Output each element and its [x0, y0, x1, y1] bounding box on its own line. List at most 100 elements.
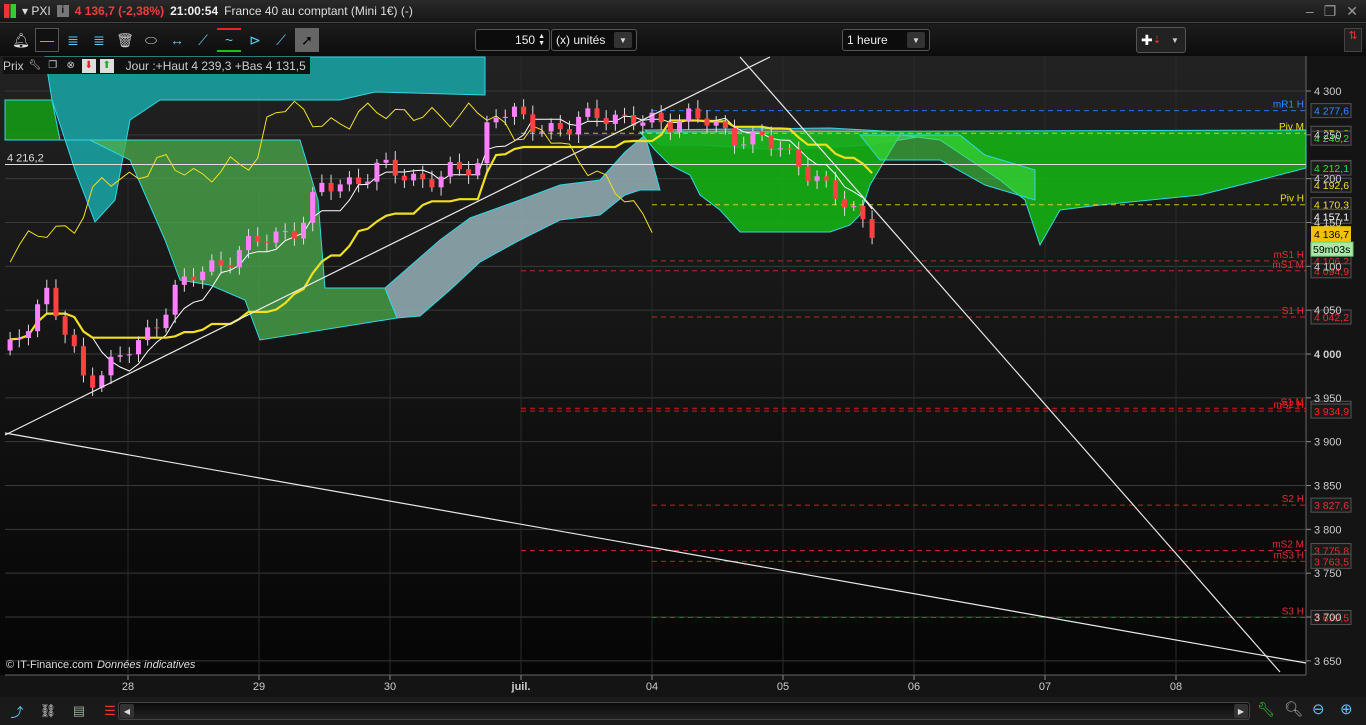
candle-body [346, 177, 352, 185]
credit: © IT-Finance.com Données indicatives [6, 659, 195, 671]
candle-body [411, 173, 417, 181]
ellipse-icon[interactable]: ⬭ [139, 28, 163, 52]
download-red-icon[interactable]: ⬇ [81, 58, 96, 73]
close-circle-icon[interactable]: ⊗ [64, 59, 78, 73]
y-tick-label: 4 100 [1314, 261, 1342, 273]
y-tick-label: 3 850 [1314, 481, 1342, 493]
candle-body [466, 169, 472, 176]
candle-body [484, 122, 490, 164]
ichimoku-cloud [4, 99, 61, 141]
order-list-icon[interactable]: ▤ [68, 701, 90, 721]
candle-body [218, 260, 224, 266]
pivot-level-name: S1 H [1282, 306, 1304, 317]
y-tick-label: 3 950 [1314, 393, 1342, 405]
pivot-level-name: mS2 M [1272, 540, 1304, 551]
candle-body [869, 219, 875, 238]
x-tick-label: 07 [1039, 681, 1051, 693]
candle-body [475, 163, 481, 176]
candle-body [621, 114, 627, 116]
candle-body [328, 182, 334, 192]
candle-body [53, 287, 59, 317]
zoom-out-icon[interactable]: ⊖ [1312, 700, 1325, 718]
scroll-right-icon[interactable]: ▶ [1234, 704, 1248, 718]
credit-text: © IT-Finance.com [6, 659, 93, 671]
candle-body [576, 116, 582, 135]
windows-icon[interactable]: ❐ [46, 59, 60, 73]
chart-settings-icon[interactable]: 🔧︎ [1257, 701, 1275, 718]
scroll-left-icon[interactable]: ◀ [120, 704, 134, 718]
candle-body [612, 114, 618, 124]
candle-body [521, 106, 527, 115]
y-tick-label: 4 300 [1314, 86, 1342, 98]
fibonacci-icon[interactable]: ≣ [61, 28, 85, 52]
price-badge-label: 3 934,9 [1314, 406, 1349, 418]
horizontal-scrollbar[interactable]: ◀ ▶ [118, 702, 1250, 720]
wrench-icon[interactable]: 🔧︎ [28, 59, 42, 73]
candle-body [796, 149, 802, 167]
triangle-icon[interactable]: ⊳ [243, 28, 267, 52]
candle-body [163, 314, 169, 329]
side-panel-toggle-icon[interactable]: ⇅ [1344, 28, 1362, 52]
auto-zoom-icon[interactable]: 🔍︎ [1284, 700, 1303, 718]
export-chart-icon[interactable]: ⤴ [6, 701, 28, 721]
ray-icon[interactable]: ⟋ [269, 28, 293, 52]
symbol-dropdown[interactable]: ▾ PXI [22, 4, 51, 18]
units-stepper[interactable]: 150 ▲ ▼ [475, 29, 550, 51]
candle-body [603, 118, 609, 124]
timeframe-label: 1 heure [847, 33, 888, 47]
candle-body [191, 276, 196, 281]
trendline-icon[interactable]: ⟋ [191, 28, 215, 52]
candle-body [310, 192, 316, 223]
candle-body [135, 340, 141, 355]
restore-icon[interactable]: ❐ [1324, 3, 1337, 20]
x-tick-label: 30 [384, 681, 396, 693]
close-icon[interactable]: ✕ [1346, 3, 1358, 20]
x-tick-label: 06 [908, 681, 920, 693]
horizontal-line-icon[interactable]: — [35, 28, 59, 52]
zoom-in-icon[interactable]: ⊕ [1340, 700, 1353, 718]
x-tick-label: 08 [1170, 681, 1182, 693]
pivot-level-name: mS1 M [1272, 260, 1304, 271]
upload-green-icon[interactable]: ⬆ [99, 58, 114, 73]
units-label: (x) unités [556, 33, 606, 47]
countdown-label: 59m03s [1313, 244, 1350, 256]
chart-label: Prix [3, 58, 24, 73]
candle-body [80, 346, 86, 376]
fibonacci-fan-icon[interactable]: ≣ [87, 28, 111, 52]
candle-body [530, 114, 536, 132]
price-badge-label: 4 277,6 [1314, 106, 1349, 118]
pointer-icon[interactable]: ➚ [295, 28, 319, 52]
timeframe-dropdown[interactable]: 1 heure ▼ [842, 29, 930, 51]
price-chart[interactable]: 4 216,2mR1 H4 277,6Piv M4 251,84 246,24 … [0, 56, 1366, 697]
candle-body [511, 106, 517, 117]
bell-icon[interactable]: 🔔︎ [9, 28, 33, 52]
candle-body [667, 122, 673, 133]
candle-body [301, 222, 307, 239]
candle-body [374, 162, 380, 182]
candle-body [62, 316, 68, 335]
link-icon[interactable]: ⛓︎ [37, 701, 59, 721]
info-icon[interactable]: i [56, 5, 69, 17]
candle-body [851, 205, 857, 208]
candle-body [566, 129, 572, 135]
candle-body [759, 131, 765, 136]
x-tick-label: 29 [253, 681, 265, 693]
segment-icon[interactable]: ↔ [165, 28, 189, 52]
candle-body [732, 128, 738, 146]
candle-body [35, 304, 41, 332]
candle-body [154, 327, 160, 329]
symbol-label: PXI [31, 4, 51, 18]
candle-body [227, 265, 233, 268]
candle-body [695, 108, 701, 119]
channel-icon[interactable]: ~ [217, 28, 241, 52]
trash-icon[interactable]: 🗑︎ [113, 28, 137, 52]
pivot-level-name: Piv H [1280, 194, 1304, 205]
stepper-arrows-icon[interactable]: ▲ ▼ [538, 33, 545, 47]
y-tick-label: 4 200 [1314, 174, 1342, 186]
units-dropdown[interactable]: (x) unités ▼ [551, 29, 637, 51]
candlestick-logo-icon [4, 4, 16, 18]
indicators-button[interactable]: ✚ ⇣ ▼ [1136, 27, 1186, 53]
candle-body [319, 182, 325, 193]
candle-body [741, 144, 747, 146]
minimize-icon[interactable]: – [1306, 3, 1314, 20]
